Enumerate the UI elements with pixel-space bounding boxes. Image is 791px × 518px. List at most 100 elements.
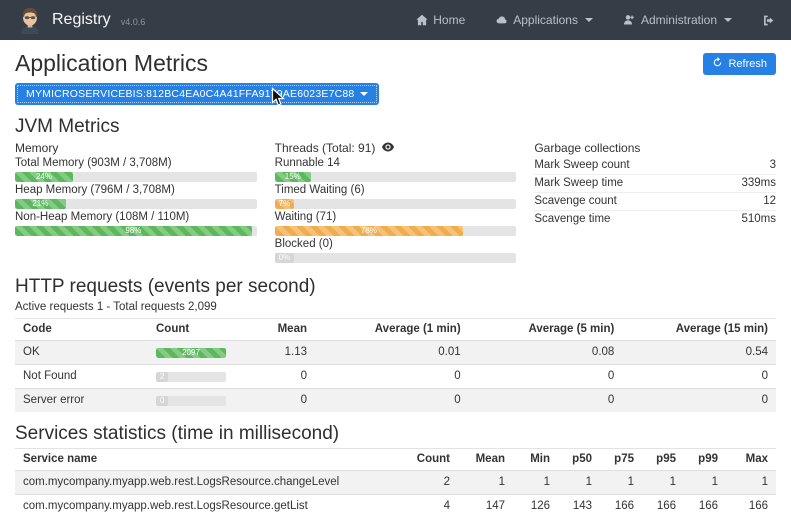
metric-total-memory: Total Memory (903M / 3,708M) 24% (15, 157, 257, 182)
cell-avg1: 0 (315, 365, 469, 389)
col-avg15: Average (15 min) (622, 319, 776, 341)
metric-nonheap-memory: Non-Heap Memory (108M / 110M) 98% (15, 211, 257, 236)
metric-timed-waiting: Timed Waiting (6) 7% (275, 184, 517, 209)
home-icon (416, 14, 428, 26)
caret-down-icon (585, 18, 593, 22)
cell-service-name: com.mycompany.myapp.web.rest.LogsResourc… (15, 471, 403, 495)
cell-mean: 1.13 (263, 341, 315, 365)
col-mean: Mean (458, 449, 513, 471)
cell-mean: 1 (458, 471, 513, 495)
cell-mean: 0 (263, 389, 315, 413)
gc-label: Mark Sweep count (534, 159, 629, 172)
metric-label: Heap Memory (796M / 3,708M) (15, 184, 257, 197)
instance-dropdown-label: MYMICROSERVICEBIS:812BC4EA0C4A41FFA9179A… (26, 88, 354, 100)
gc-value: 12 (763, 195, 776, 208)
instance-dropdown[interactable]: MYMICROSERVICEBIS:812BC4EA0C4A41FFA9179A… (15, 83, 379, 105)
cell-mean: 0 (263, 365, 315, 389)
refresh-button[interactable]: Refresh (703, 53, 776, 75)
cell-count: 2097 (148, 341, 263, 365)
nav-signout[interactable] (762, 14, 775, 27)
cell-p50: 1 (558, 471, 600, 495)
progress-track: 15% (275, 172, 517, 182)
cell-avg15: 0 (622, 365, 776, 389)
metric-blocked: Blocked (0) 0% (275, 238, 517, 263)
services-statistics-title: Services statistics (time in millisecond… (15, 423, 776, 445)
http-requests-table: Code Count Mean Average (1 min) Average … (15, 318, 776, 412)
cell-p50: 143 (558, 495, 600, 518)
progress-track: 0 (156, 396, 226, 406)
table-row: OK 2097 1.13 0.01 0.08 0.54 (15, 341, 776, 365)
progress-track: 0% (275, 253, 517, 263)
progress-fill: 0 (156, 396, 168, 406)
app-root: Registry v4.0.6 Home Applications (0, 0, 791, 500)
brand[interactable]: Registry v4.0.6 (16, 6, 145, 34)
nav-home[interactable]: Home (416, 13, 465, 27)
cell-p99: 1 (684, 471, 726, 495)
caret-down-icon (724, 18, 732, 22)
progress-fill: 2 (156, 372, 168, 382)
col-p75: p75 (600, 449, 642, 471)
cell-p99: 166 (684, 495, 726, 518)
navbar: Registry v4.0.6 Home Applications (0, 0, 791, 40)
page-title: Application Metrics (15, 50, 208, 76)
cell-mean: 147 (458, 495, 513, 518)
metric-label: Runnable 14 (275, 157, 517, 170)
progress-track: 78% (275, 226, 517, 236)
cell-count: 0 (148, 389, 263, 413)
col-max: Max (726, 449, 776, 471)
cell-p75: 166 (600, 495, 642, 518)
cell-count: 4 (403, 495, 458, 518)
progress-fill: 78% (275, 226, 464, 236)
col-p50: p50 (558, 449, 600, 471)
cell-max: 166 (726, 495, 776, 518)
progress-track: 98% (15, 226, 257, 236)
sign-out-icon (762, 14, 775, 27)
gc-value: 510ms (741, 213, 776, 226)
http-requests-subtitle: Active requests 1 - Total requests 2,099 (15, 301, 776, 314)
col-p99: p99 (684, 449, 726, 471)
progress-track: 21% (15, 199, 257, 209)
cell-avg15: 0 (622, 389, 776, 413)
col-service-name: Service name (15, 449, 403, 471)
metric-waiting: Waiting (71) 78% (275, 211, 517, 236)
nav-administration[interactable]: Administration (623, 13, 732, 27)
http-requests-title: HTTP requests (events per second) (15, 276, 776, 298)
table-row: Not Found 2 0 0 0 0 (15, 365, 776, 389)
cell-p95: 1 (642, 471, 684, 495)
gc-label: Scavenge time (534, 213, 610, 226)
col-min: Min (513, 449, 558, 471)
progress-track: 2097 (156, 348, 226, 358)
nav-home-label: Home (433, 13, 465, 27)
user-plus-icon (623, 14, 636, 26)
cell-code: OK (15, 341, 148, 365)
gc-value: 3 (770, 159, 776, 172)
cell-code: Not Found (15, 365, 148, 389)
metric-label: Timed Waiting (6) (275, 184, 517, 197)
metric-heap-memory: Heap Memory (796M / 3,708M) 21% (15, 184, 257, 209)
memory-title: Memory (15, 141, 257, 156)
gc-value: 339ms (741, 177, 776, 190)
table-row: com.mycompany.myapp.web.rest.LogsResourc… (15, 471, 776, 495)
cell-p95: 166 (642, 495, 684, 518)
cell-service-name: com.mycompany.myapp.web.rest.LogsResourc… (15, 495, 403, 518)
col-avg1: Average (1 min) (315, 319, 469, 341)
nav-applications[interactable]: Applications (495, 13, 593, 27)
progress-fill: 21% (15, 199, 66, 209)
progress-fill: 7% (275, 199, 295, 209)
nav-administration-label: Administration (641, 13, 717, 27)
cell-count: 2 (148, 365, 263, 389)
page-header: Application Metrics Refresh (15, 50, 776, 76)
progress-track: 7% (275, 199, 517, 209)
progress-track: 2 (156, 372, 226, 382)
gc-label: Scavenge count (534, 195, 616, 208)
cloud-icon (495, 14, 508, 26)
eye-icon[interactable] (382, 141, 394, 156)
cell-avg1: 0.01 (315, 341, 469, 365)
refresh-icon (712, 57, 723, 71)
cell-avg5: 0 (469, 365, 623, 389)
brand-name: Registry (52, 11, 111, 29)
progress-fill: 24% (15, 172, 73, 182)
metric-runnable: Runnable 14 15% (275, 157, 517, 182)
services-statistics-table: Service name Count Mean Min p50 p75 p95 … (15, 448, 776, 518)
cell-max: 1 (726, 471, 776, 495)
